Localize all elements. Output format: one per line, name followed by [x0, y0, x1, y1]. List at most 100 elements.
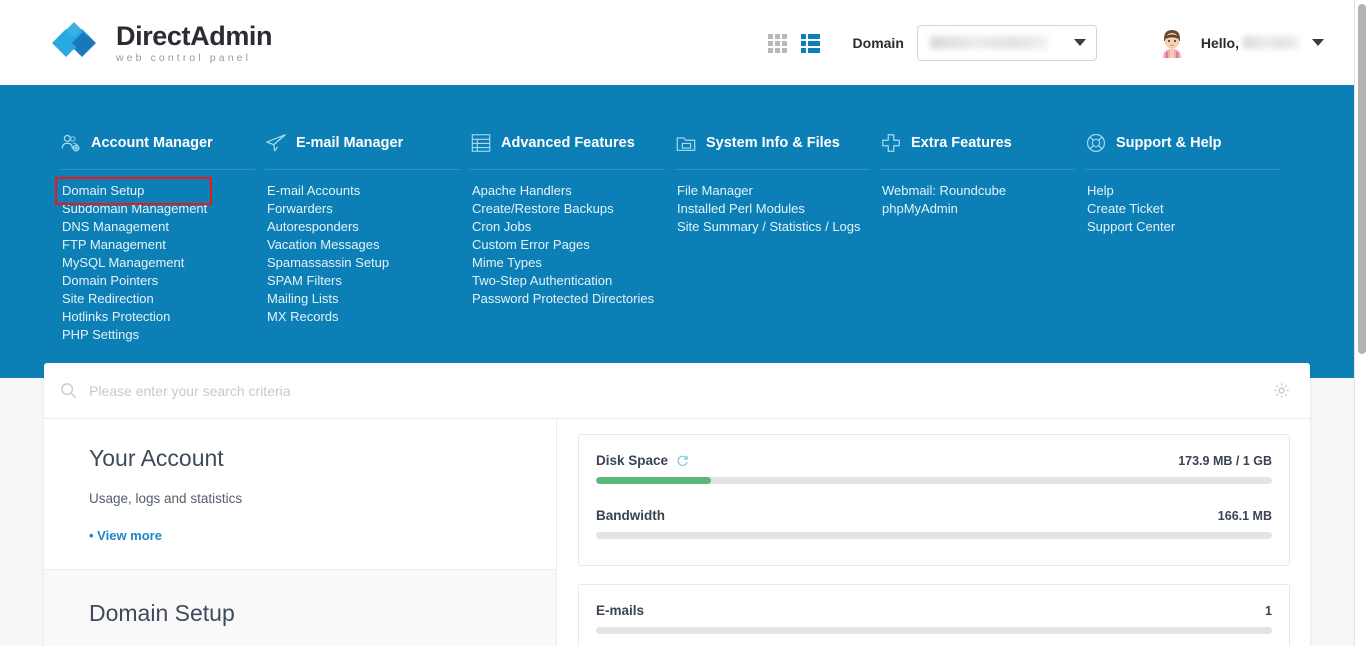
nav-divider: [880, 169, 1075, 170]
scrollbar-thumb[interactable]: [1358, 4, 1366, 354]
main-content-card: Your Account Usage, logs and statistics …: [44, 363, 1310, 646]
nav-link-mime-types[interactable]: Mime Types: [470, 254, 665, 272]
nav-column-title: Advanced Features: [501, 135, 635, 151]
hello-label: Hello,: [1200, 34, 1239, 51]
list-view-icon[interactable]: [800, 33, 821, 53]
domain-label: Domain: [852, 34, 904, 51]
stat-row-disk-space: Disk Space 173.9 MB / 1 GB: [596, 453, 1272, 484]
nav-column-title: Support & Help: [1116, 135, 1222, 151]
stat-label: E-mails: [596, 603, 645, 618]
search-icon: [61, 383, 77, 399]
page-viewport: DirectAdmin web control panel Domain Hel…: [0, 0, 1368, 646]
nav-link-subdomain-management[interactable]: Subdomain Management: [60, 200, 255, 218]
nav-link-vacation-messages[interactable]: Vacation Messages: [265, 236, 460, 254]
nav-link-dns-management[interactable]: DNS Management: [60, 218, 255, 236]
stat-label-wrap: Bandwidth: [596, 508, 665, 523]
nav-link-password-protected-directories[interactable]: Password Protected Directories: [470, 290, 665, 308]
plus-cross-icon: [882, 134, 900, 152]
user-avatar-icon: [1162, 29, 1181, 58]
life-ring-icon: [1086, 133, 1106, 153]
top-header-bar: DirectAdmin web control panel Domain Hel…: [0, 0, 1354, 85]
nav-divider: [1085, 169, 1280, 170]
emails-stats-card: E-mails 1: [578, 584, 1290, 646]
chevron-down-icon: [1073, 39, 1086, 46]
search-input[interactable]: [89, 382, 1262, 399]
nav-link-domain-setup[interactable]: Domain Setup: [55, 177, 212, 205]
stat-value: 166.1 MB: [1217, 508, 1272, 523]
grid-view-icon[interactable]: [767, 33, 788, 53]
nav-link-apache-handlers[interactable]: Apache Handlers: [470, 182, 665, 200]
brand-title: DirectAdmin: [116, 21, 273, 52]
folder-icon: [676, 137, 696, 151]
nav-column-email-manager: E-mail Manager E-mail Accounts Forwarder…: [265, 130, 470, 344]
nav-link-mysql-management[interactable]: MySQL Management: [60, 254, 255, 272]
nav-link-site-redirection[interactable]: Site Redirection: [60, 290, 255, 308]
nav-column-header: Advanced Features: [470, 130, 665, 156]
users-gear-icon: [61, 134, 80, 152]
nav-link-forwarders[interactable]: Forwarders: [265, 200, 460, 218]
progress-bar-track: [596, 627, 1272, 634]
nav-divider: [470, 169, 665, 170]
nav-link-mailing-lists[interactable]: Mailing Lists: [265, 290, 460, 308]
nav-link-webmail-roundcube[interactable]: Webmail: Roundcube: [880, 182, 1075, 200]
panel-subtitle: Usage, logs and statistics: [89, 491, 243, 506]
nav-link-custom-error-pages[interactable]: Custom Error Pages: [470, 236, 665, 254]
nav-divider: [265, 169, 460, 170]
nav-divider: [60, 169, 255, 170]
left-panel-column: Your Account Usage, logs and statistics …: [44, 419, 557, 646]
nav-link-spam-filters[interactable]: SPAM Filters: [265, 272, 460, 290]
panel-title: Domain Setup: [89, 600, 235, 626]
nav-column-advanced-features: Advanced Features Apache Handlers Create…: [470, 130, 675, 344]
domain-select-value: [929, 36, 1048, 49]
nav-column-account-manager: Account Manager Domain Setup Subdomain M…: [55, 130, 265, 344]
refresh-icon[interactable]: [676, 454, 689, 467]
progress-bar-fill: [596, 477, 711, 484]
nav-divider: [675, 169, 870, 170]
stat-label: Bandwidth: [596, 508, 665, 523]
nav-column-extra-features: Extra Features Webmail: Roundcube phpMyA…: [880, 130, 1085, 344]
nav-link-php-settings[interactable]: PHP Settings: [60, 326, 255, 344]
nav-link-cron-jobs[interactable]: Cron Jobs: [470, 218, 665, 236]
nav-column-header: Account Manager: [60, 130, 255, 156]
stat-label: Disk Space: [596, 453, 669, 468]
nav-link-help[interactable]: Help: [1085, 182, 1280, 200]
stat-label-wrap: E-mails: [596, 603, 644, 618]
user-menu[interactable]: Hello,: [1159, 28, 1324, 58]
nav-link-create-restore-backups[interactable]: Create/Restore Backups: [470, 200, 665, 218]
nav-link-hotlinks-protection[interactable]: Hotlinks Protection: [60, 308, 255, 326]
nav-column-header: Extra Features: [880, 130, 1075, 156]
directadmin-chevron-logo-icon: [52, 21, 96, 57]
page-scrollbar[interactable]: [1354, 0, 1368, 646]
progress-bar-track: [596, 477, 1272, 484]
search-settings-button[interactable]: [1262, 372, 1300, 410]
nav-link-phpmyadmin[interactable]: phpMyAdmin: [880, 200, 1075, 218]
nav-link-domain-pointers[interactable]: Domain Pointers: [60, 272, 255, 290]
progress-bar-track: [596, 532, 1272, 539]
domain-select[interactable]: [916, 24, 1097, 61]
nav-link-support-center[interactable]: Support Center: [1085, 218, 1280, 236]
nav-link-create-ticket[interactable]: Create Ticket: [1085, 200, 1280, 218]
nav-column-system-info-files: System Info & Files File Manager Install…: [675, 130, 880, 344]
gear-icon: [1273, 383, 1289, 398]
nav-link-installed-perl-modules[interactable]: Installed Perl Modules: [675, 200, 870, 218]
usage-stats-card: Disk Space 173.9 MB / 1 GB Bandwidth 166…: [578, 434, 1290, 566]
nav-link-two-step-authentication[interactable]: Two-Step Authentication: [470, 272, 665, 290]
view-more-link[interactable]: • View more: [89, 528, 162, 543]
view-mode-toggle: [767, 33, 821, 53]
nav-column-support-help: Support & Help Help Create Ticket Suppor…: [1085, 130, 1290, 344]
nav-link-email-accounts[interactable]: E-mail Accounts: [265, 182, 460, 200]
nav-link-file-manager[interactable]: File Manager: [675, 182, 870, 200]
nav-link-spamassassin-setup[interactable]: Spamassassin Setup: [265, 254, 460, 272]
nav-link-site-summary-statistics-logs[interactable]: Site Summary / Statistics / Logs: [675, 218, 870, 236]
nav-link-autoresponders[interactable]: Autoresponders: [265, 218, 460, 236]
nav-link-mx-records[interactable]: MX Records: [265, 308, 460, 326]
nav-column-title: System Info & Files: [706, 135, 840, 151]
brand-logo[interactable]: DirectAdmin web control panel: [50, 20, 273, 66]
nav-link-ftp-management[interactable]: FTP Management: [60, 236, 255, 254]
stat-label-wrap: Disk Space: [596, 453, 689, 468]
nav-column-header: E-mail Manager: [265, 130, 460, 156]
stat-row-emails: E-mails 1: [596, 603, 1272, 634]
nav-column-title: Account Manager: [91, 135, 213, 151]
domain-setup-panel: Domain Setup Change domain options: [44, 570, 556, 646]
nav-column-title: Extra Features: [911, 135, 1012, 151]
